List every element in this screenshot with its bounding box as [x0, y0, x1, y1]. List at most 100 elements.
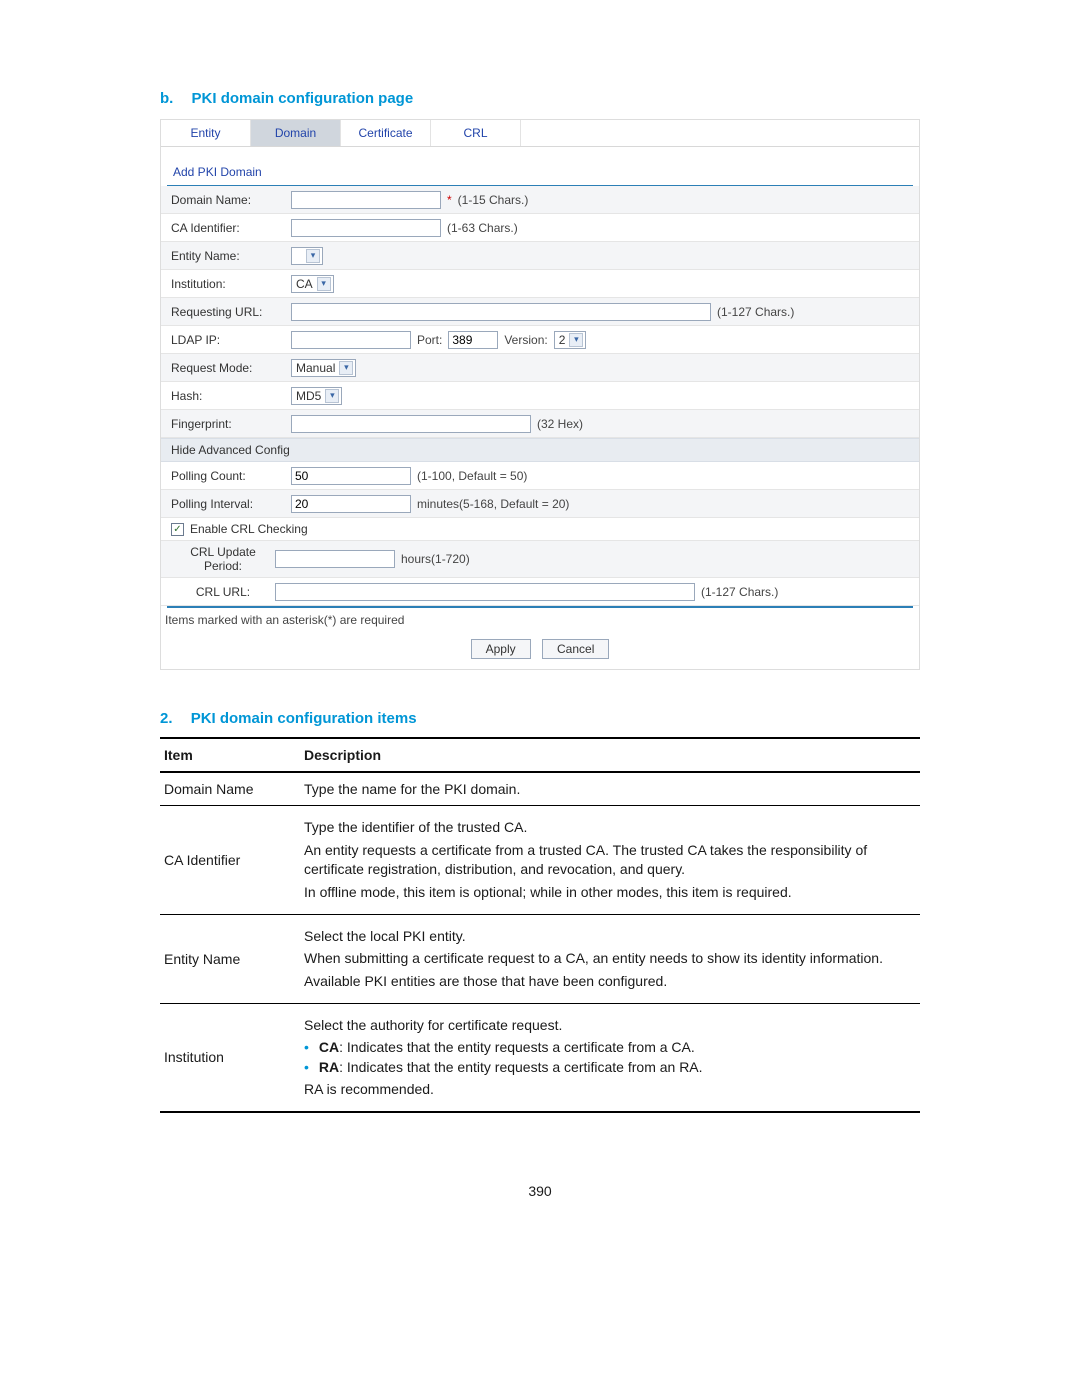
chevron-down-icon: ▾	[317, 277, 331, 291]
cancel-button[interactable]: Cancel	[542, 639, 609, 659]
row-ca-identifier: CA Identifier: (1-63 Chars.)	[161, 214, 919, 242]
hint-fingerprint: (32 Hex)	[537, 417, 583, 431]
select-institution-value: CA	[296, 277, 313, 291]
label-port: Port:	[417, 333, 442, 347]
cell-item-entity-name: Entity Name	[160, 914, 300, 1004]
hint-crl-url: (1-127 Chars.)	[701, 585, 778, 599]
hint-crl-update-period: hours(1-720)	[401, 552, 470, 566]
row-institution: Institution: CA ▾	[161, 270, 919, 298]
page-number: 390	[160, 1183, 920, 1199]
input-domain-name[interactable]	[291, 191, 441, 209]
bullet-item: • CA: Indicates that the entity requests…	[304, 1039, 916, 1056]
hint-domain-name: (1-15 Chars.)	[458, 193, 529, 207]
cell-item-institution: Institution	[160, 1004, 300, 1112]
section-2-prefix: 2.	[160, 710, 173, 727]
hint-ca-identifier: (1-63 Chars.)	[447, 221, 518, 235]
bullet-icon: •	[304, 1059, 309, 1076]
cell-desc-institution: Select the authority for certificate req…	[300, 1004, 920, 1112]
row-polling-count: Polling Count: (1-100, Default = 50)	[161, 462, 919, 490]
bullet-icon: •	[304, 1039, 309, 1056]
label-version: Version:	[504, 333, 547, 347]
chevron-down-icon: ▾	[569, 333, 583, 347]
desc-p: Available PKI entities are those that ha…	[304, 972, 916, 991]
row-crl-update-period: CRL Update Period: hours(1-720)	[161, 541, 919, 578]
required-marker: *	[447, 193, 452, 207]
select-hash-value: MD5	[296, 389, 321, 403]
select-entity-name[interactable]: ▾	[291, 247, 323, 265]
tab-domain[interactable]: Domain	[251, 120, 341, 146]
row-requesting-url: Requesting URL: (1-127 Chars.)	[161, 298, 919, 326]
th-item: Item	[160, 738, 300, 772]
input-polling-count[interactable]	[291, 467, 411, 485]
section-b-text: PKI domain configuration page	[192, 90, 414, 107]
checkbox-enable-crl[interactable]: ✓	[171, 523, 184, 536]
bullet-rest: : Indicates that the entity requests a c…	[339, 1039, 695, 1055]
input-ca-identifier[interactable]	[291, 219, 441, 237]
label-domain-name: Domain Name:	[171, 193, 291, 207]
desc-p: When submitting a certificate request to…	[304, 949, 916, 968]
hint-polling-count: (1-100, Default = 50)	[417, 469, 527, 483]
bullet-item: • RA: Indicates that the entity requests…	[304, 1059, 916, 1076]
input-port[interactable]	[448, 331, 498, 349]
tab-crl[interactable]: CRL	[431, 120, 521, 146]
input-ldap-ip[interactable]	[291, 331, 411, 349]
table-row: Entity Name Select the local PKI entity.…	[160, 914, 920, 1004]
add-pki-domain-link[interactable]: Add PKI Domain	[167, 147, 913, 186]
label-ca-identifier: CA Identifier:	[171, 221, 291, 235]
label-hash: Hash:	[171, 389, 291, 403]
desc-p: Type the identifier of the trusted CA.	[304, 818, 916, 837]
label-requesting-url: Requesting URL:	[171, 305, 291, 319]
cell-item-domain-name: Domain Name	[160, 772, 300, 806]
section-2-text: PKI domain configuration items	[191, 710, 417, 727]
row-hash: Hash: MD5 ▾	[161, 382, 919, 410]
desc-p: An entity requests a certificate from a …	[304, 841, 916, 879]
tab-bar: Entity Domain Certificate CRL	[161, 120, 919, 147]
table-row: Domain Name Type the name for the PKI do…	[160, 772, 920, 806]
row-crl-url: CRL URL: (1-127 Chars.)	[161, 578, 919, 606]
hide-advanced-config-toggle[interactable]: Hide Advanced Config	[161, 438, 919, 462]
table-row: CA Identifier Type the identifier of the…	[160, 806, 920, 915]
hint-polling-interval: minutes(5-168, Default = 20)	[417, 497, 569, 511]
required-note: Items marked with an asterisk(*) are req…	[161, 608, 919, 633]
button-row: Apply Cancel	[161, 633, 919, 669]
input-polling-interval[interactable]	[291, 495, 411, 513]
select-version[interactable]: 2 ▾	[554, 331, 587, 349]
desc-p: In offline mode, this item is optional; …	[304, 883, 916, 902]
bullet-strong: CA	[319, 1039, 339, 1055]
input-crl-url[interactable]	[275, 583, 695, 601]
select-request-mode[interactable]: Manual ▾	[291, 359, 356, 377]
desc-p: Select the local PKI entity.	[304, 927, 916, 946]
row-enable-crl: ✓ Enable CRL Checking	[161, 518, 919, 541]
desc-p: RA is recommended.	[304, 1080, 916, 1099]
select-institution[interactable]: CA ▾	[291, 275, 334, 293]
section-b-prefix: b.	[160, 90, 173, 107]
input-crl-update-period[interactable]	[275, 550, 395, 568]
row-fingerprint: Fingerprint: (32 Hex)	[161, 410, 919, 438]
bullet-strong: RA	[319, 1059, 339, 1075]
row-entity-name: Entity Name: ▾	[161, 242, 919, 270]
select-request-mode-value: Manual	[296, 361, 335, 375]
label-ldap-ip: LDAP IP:	[171, 333, 291, 347]
input-requesting-url[interactable]	[291, 303, 711, 321]
cell-desc-domain-name: Type the name for the PKI domain.	[300, 772, 920, 806]
row-request-mode: Request Mode: Manual ▾	[161, 354, 919, 382]
pki-config-panel: Entity Domain Certificate CRL Add PKI Do…	[160, 119, 920, 670]
label-request-mode: Request Mode:	[171, 361, 291, 375]
tab-entity[interactable]: Entity	[161, 120, 251, 146]
label-polling-count: Polling Count:	[171, 469, 291, 483]
desc-p: Select the authority for certificate req…	[304, 1016, 916, 1035]
hint-requesting-url: (1-127 Chars.)	[717, 305, 794, 319]
th-description: Description	[300, 738, 920, 772]
label-crl-update-period: CRL Update Period:	[171, 545, 275, 573]
cell-item-ca-identifier: CA Identifier	[160, 806, 300, 915]
label-fingerprint: Fingerprint:	[171, 417, 291, 431]
chevron-down-icon: ▾	[306, 249, 320, 263]
label-polling-interval: Polling Interval:	[171, 497, 291, 511]
input-fingerprint[interactable]	[291, 415, 531, 433]
row-ldap-ip: LDAP IP: Port: Version: 2 ▾	[161, 326, 919, 354]
section-2-heading: 2. PKI domain configuration items	[160, 710, 920, 727]
apply-button[interactable]: Apply	[471, 639, 531, 659]
tab-certificate[interactable]: Certificate	[341, 120, 431, 146]
select-hash[interactable]: MD5 ▾	[291, 387, 342, 405]
label-entity-name: Entity Name:	[171, 249, 291, 263]
